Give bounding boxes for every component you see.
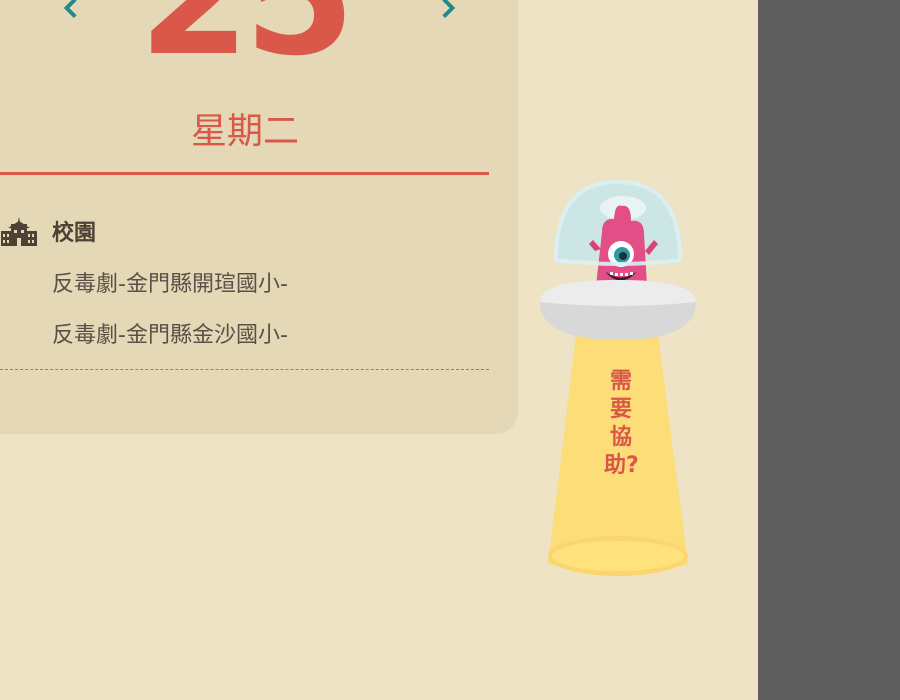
previous-day-button[interactable] (58, 0, 86, 22)
chevron-left-icon (63, 0, 77, 19)
help-label: 需要協助? (604, 369, 639, 478)
event-item[interactable]: 反毒劇-金門縣開瑄國小- (52, 270, 288, 300)
chevron-right-icon (442, 0, 456, 19)
event-item[interactable]: 反毒劇-金門縣金沙國小- (52, 321, 288, 351)
day-number: 25 (128, 0, 360, 74)
weekday-label: 星期二 (190, 111, 299, 152)
category-label: 校園 (52, 221, 97, 246)
viewport-shade (758, 0, 900, 700)
school-building-icon (1, 217, 37, 246)
next-day-button[interactable] (433, 0, 461, 22)
divider-dashed (0, 369, 489, 370)
divider-red (0, 172, 489, 175)
help-button[interactable]: 需要協助? (536, 176, 702, 580)
